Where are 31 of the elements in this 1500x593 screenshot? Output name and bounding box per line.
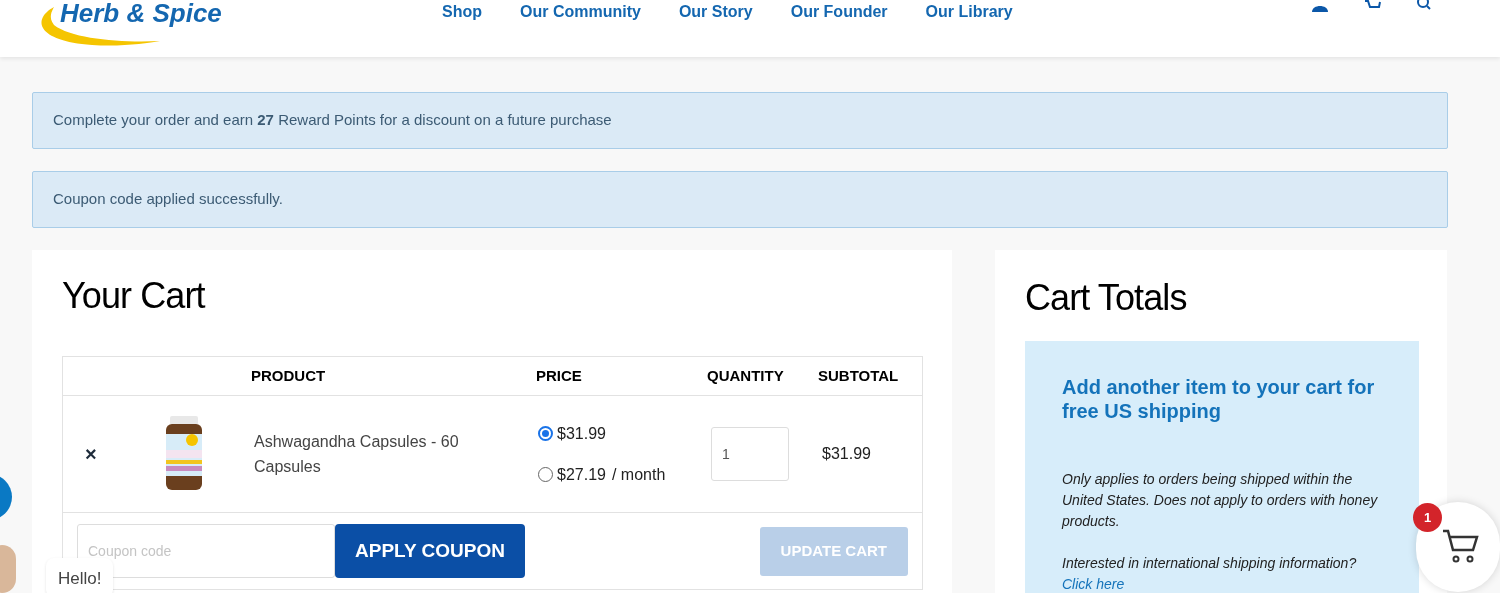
chat-greeting: Hello!: [46, 558, 114, 593]
price-suffix: / month: [611, 464, 666, 485]
notice-text: Coupon code applied successfully.: [53, 189, 283, 210]
column-header: QUANTITY: [706, 365, 785, 386]
cart-icon[interactable]: [1364, 0, 1382, 10]
price-text: $27.19: [557, 464, 606, 485]
search-icon[interactable]: [1416, 0, 1432, 10]
nav-link[interactable]: Our Founder: [790, 0, 888, 24]
totals-title: Cart Totals: [1025, 280, 1188, 316]
international-note: Interested in international shipping information? Click here: [1062, 554, 1358, 593]
notice-text: Complete your order and earn 27 Reward Points for a discount on a future purchase: [53, 110, 612, 131]
apply-coupon-button[interactable]: APPLY COUPON: [335, 524, 525, 578]
remove-button[interactable]: ×: [85, 439, 97, 469]
shipping-heading: Add another item to your cart for free US shipping: [1062, 375, 1376, 423]
cart-icon: [1441, 528, 1479, 564]
click-here-link[interactable]: Click here: [1062, 576, 1125, 592]
shipping-note: Only applies to orders being shipped within the United States. Does not apply to orders with honey products.: [1062, 470, 1379, 531]
column-header: SUBTOTAL: [817, 365, 900, 386]
nav-link[interactable]: Shop: [442, 0, 482, 24]
logo[interactable]: Herb & Spice: [60, 0, 222, 26]
cart-title: Your Cart: [62, 278, 207, 314]
radio-button[interactable]: [538, 426, 553, 441]
nav-link[interactable]: Our Community: [520, 0, 641, 24]
price-text: $31.99: [557, 423, 606, 444]
nav-link[interactable]: Our Story: [678, 0, 753, 24]
column-header: PRICE: [535, 365, 583, 386]
subtotal-text: $31.99: [821, 444, 872, 464]
nav-link[interactable]: Our Library: [925, 0, 1013, 24]
product-name[interactable]: Ashwagandha Capsules - 60 Capsules: [241, 429, 526, 479]
column-header: PRODUCT: [250, 365, 327, 386]
quantity-field[interactable]: 1: [711, 427, 789, 481]
